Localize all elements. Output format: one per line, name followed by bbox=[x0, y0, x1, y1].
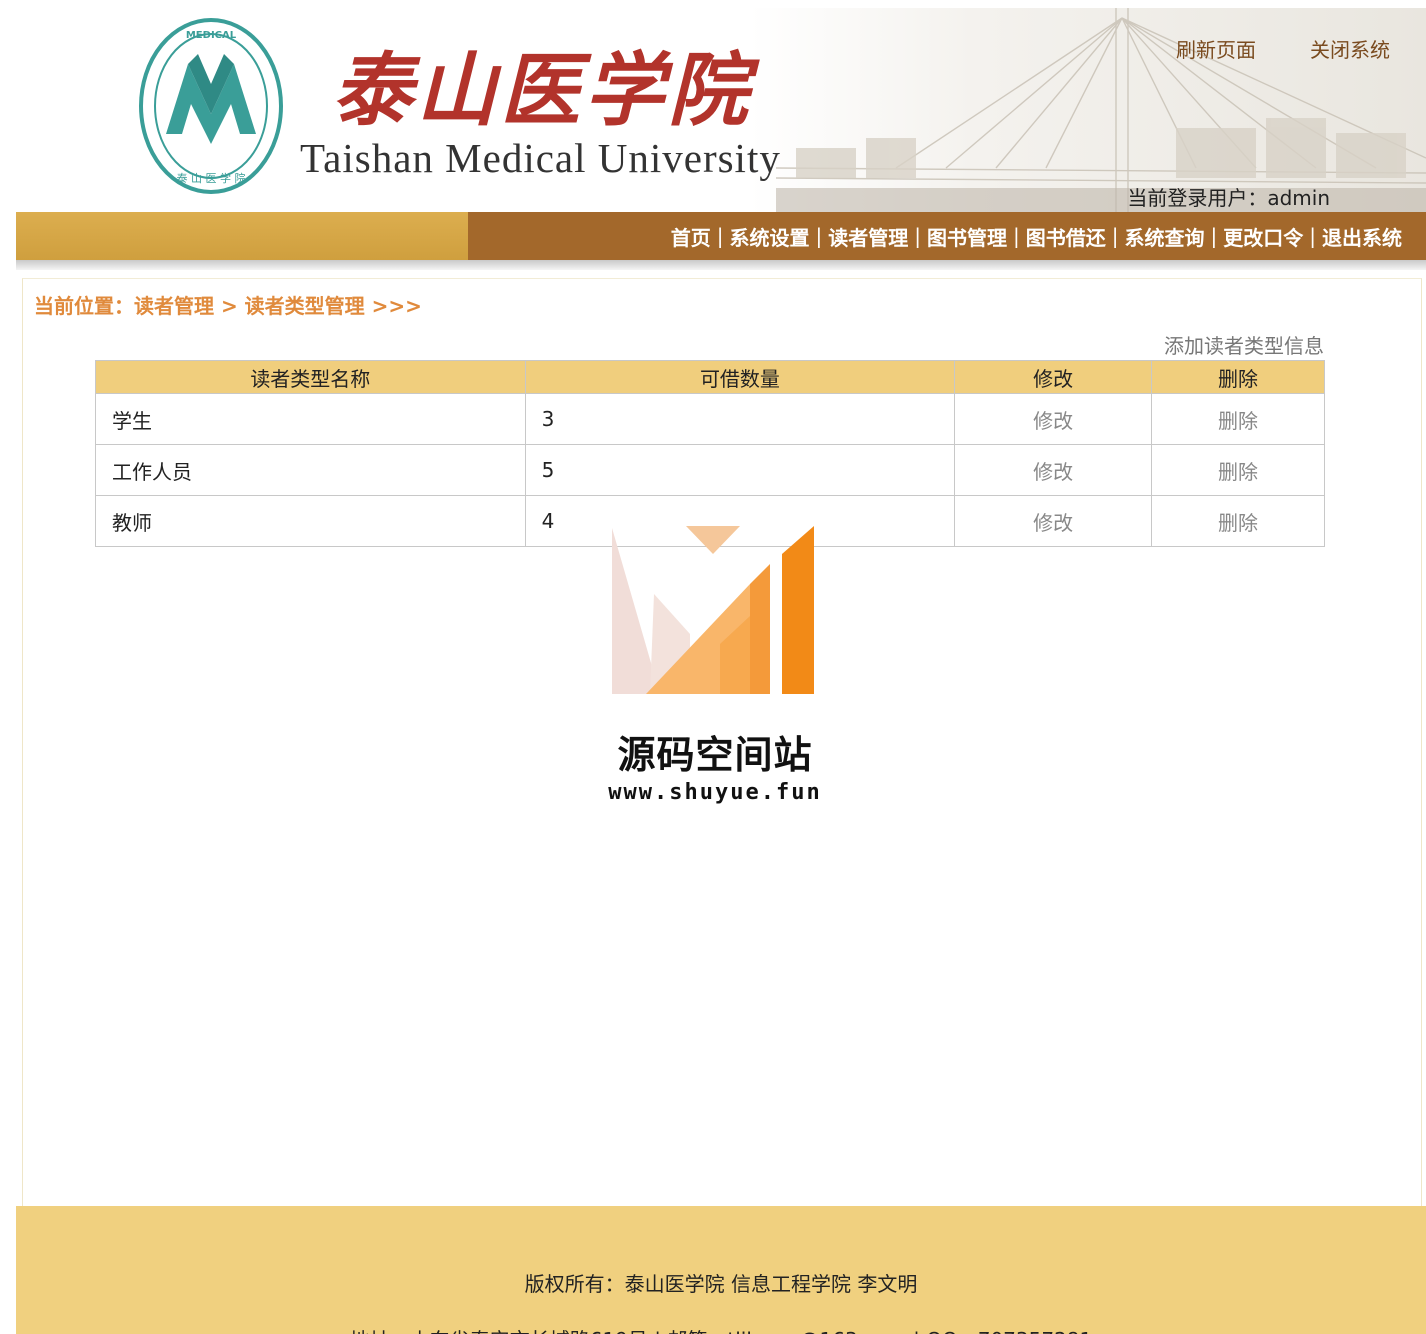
refresh-page-link[interactable]: 刷新页面 bbox=[1176, 34, 1256, 63]
main-nav: 首页 | 系统设置 | 读者管理 | 图书管理 | 图书借还 | 系统查询 | … bbox=[16, 212, 1426, 260]
breadcrumb-path: 读者管理 > 读者类型管理 >>> bbox=[134, 294, 422, 318]
nav-menu: 首页 | 系统设置 | 读者管理 | 图书管理 | 图书借还 | 系统查询 | … bbox=[468, 212, 1426, 260]
reader-type-table: 读者类型名称 可借数量 修改 删除 学生 3 修改 删除 工作人员 5 修改 删… bbox=[95, 360, 1325, 547]
school-name-cn: 泰山医学院 bbox=[332, 43, 752, 137]
close-system-link[interactable]: 关闭系统 bbox=[1310, 34, 1390, 63]
university-seal-icon: MEDICAL 泰 山 医 学 院 bbox=[139, 18, 283, 194]
table-row: 工作人员 5 修改 删除 bbox=[95, 444, 1325, 496]
add-reader-type-link[interactable]: 添加读者类型信息 bbox=[1164, 330, 1324, 359]
nav-left-panel bbox=[16, 212, 468, 260]
breadcrumb-prefix: 当前位置： bbox=[34, 294, 134, 318]
login-user-info: 当前登录用户：admin bbox=[1127, 182, 1330, 211]
footer-address: 地址：山东省泰安市长城路619号 | 邮箱：tlibrary@163.com |… bbox=[16, 1324, 1426, 1334]
footer-copyright: 版权所有：泰山医学院 信息工程学院 李文明 bbox=[524, 1272, 918, 1296]
reader-type-name: 教师 bbox=[95, 495, 526, 547]
reader-type-name: 工作人员 bbox=[95, 444, 526, 496]
edit-link[interactable]: 修改 bbox=[954, 444, 1153, 496]
edit-link[interactable]: 修改 bbox=[954, 393, 1153, 445]
column-header-delete: 删除 bbox=[1151, 360, 1325, 394]
nav-logout[interactable]: 退出系统 bbox=[1322, 222, 1402, 251]
delete-link[interactable]: 删除 bbox=[1151, 495, 1325, 547]
svg-text:MEDICAL: MEDICAL bbox=[186, 30, 237, 41]
table-header-row: 读者类型名称 可借数量 修改 删除 bbox=[95, 360, 1325, 394]
nav-separator: | bbox=[1210, 224, 1218, 248]
borrow-count: 5 bbox=[524, 444, 956, 496]
page-footer: 版权所有：泰山医学院 信息工程学院 李文明 地址：山东省泰安市长城路619号 |… bbox=[16, 1206, 1426, 1334]
reader-type-name: 学生 bbox=[95, 393, 526, 445]
nav-book-management[interactable]: 图书管理 bbox=[927, 222, 1007, 251]
column-header-count: 可借数量 bbox=[524, 360, 956, 394]
nav-book-borrow-return[interactable]: 图书借还 bbox=[1026, 222, 1106, 251]
nav-separator: | bbox=[716, 224, 724, 248]
delete-link[interactable]: 删除 bbox=[1151, 393, 1325, 445]
borrow-count: 3 bbox=[524, 393, 956, 445]
nav-change-password[interactable]: 更改口令 bbox=[1223, 222, 1303, 251]
nav-system-query[interactable]: 系统查询 bbox=[1125, 222, 1205, 251]
nav-shadow bbox=[16, 260, 1426, 270]
column-header-edit: 修改 bbox=[954, 360, 1153, 394]
nav-separator: | bbox=[1111, 224, 1119, 248]
login-user-name: admin bbox=[1267, 186, 1330, 210]
school-name-en: Taishan Medical University bbox=[300, 135, 781, 181]
watermark: 源码空间站 www.shuyue.fun bbox=[600, 524, 830, 814]
nav-separator: | bbox=[914, 224, 921, 248]
nav-home[interactable]: 首页 bbox=[671, 222, 711, 251]
nav-separator: | bbox=[1309, 224, 1316, 248]
edit-link[interactable]: 修改 bbox=[954, 495, 1153, 547]
nav-separator: | bbox=[1013, 224, 1020, 248]
delete-link[interactable]: 删除 bbox=[1151, 444, 1325, 496]
table-row: 学生 3 修改 删除 bbox=[95, 393, 1325, 445]
watermark-url: www.shuyue.fun bbox=[608, 780, 822, 805]
top-links: 刷新页面 关闭系统 bbox=[1176, 34, 1390, 63]
svg-text:泰 山 医 学 院: 泰 山 医 学 院 bbox=[177, 171, 246, 185]
watermark-title: 源码空间站 bbox=[617, 733, 813, 777]
nav-separator: | bbox=[815, 224, 823, 248]
login-user-label: 当前登录用户： bbox=[1127, 186, 1268, 210]
nav-reader-management[interactable]: 读者管理 bbox=[828, 222, 908, 251]
page-header: MEDICAL 泰 山 医 学 院 泰山医学院 Taishan Medical … bbox=[16, 8, 1426, 212]
watermark-logo-icon bbox=[612, 526, 814, 694]
column-header-name: 读者类型名称 bbox=[95, 360, 526, 394]
breadcrumb: 当前位置：读者管理 > 读者类型管理 >>> bbox=[34, 290, 422, 319]
nav-system-settings[interactable]: 系统设置 bbox=[730, 222, 810, 251]
